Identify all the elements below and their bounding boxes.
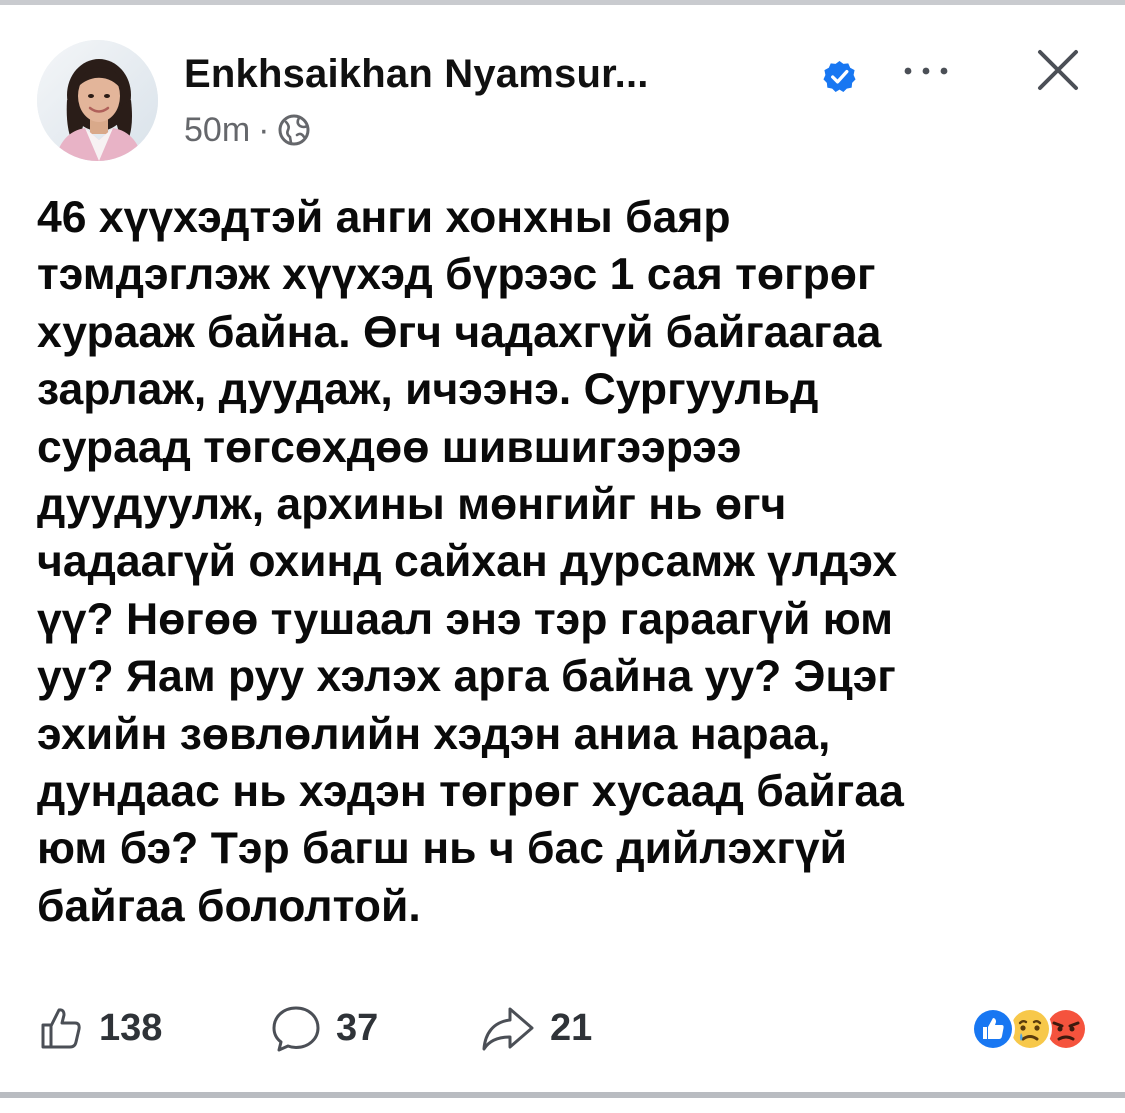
post-text-line: тэмдэглэж хүүхэд бүрээс 1 сая төгрөг [37,250,876,300]
post-time[interactable]: 50m [184,111,250,150]
post-text-line: юм бэ? Тэр багш нь ч бас дийлэхгүй [37,824,847,874]
like-reaction-icon [971,1007,1015,1051]
post-text-line: зарлаж, дуудаж, ичээнэ. Сургуульд [37,365,819,415]
close-icon[interactable] [1035,47,1081,93]
post-text-line: байгаа бололтой. [37,881,421,931]
comment-bubble-icon [272,1006,320,1052]
like-button[interactable]: 138 [37,1002,162,1054]
verified-badge-icon [823,60,856,93]
post-text-line: дуудуулж, архины мөнгийг нь өгч [37,480,787,530]
author-name[interactable]: Enkhsaikhan Nyamsur... [184,52,649,97]
meta-separator: · [258,110,270,149]
comment-button[interactable]: 37 [270,1002,378,1054]
comment-count: 37 [336,1006,379,1049]
post-text-line: 46 хүүхэдтэй анги хонхны баяр [37,193,731,242]
thumbs-up-icon [41,1008,81,1049]
reactions-summary[interactable] [968,1004,1092,1054]
bottom-divider [0,1092,1125,1098]
share-count: 21 [550,1006,593,1049]
top-divider [0,0,1125,5]
post-text-line: дундаас нь хэдэн төгрөг хусаад байгаа [37,767,904,817]
share-button[interactable]: 21 [480,1002,592,1054]
author-avatar[interactable] [37,40,158,161]
globe-icon [278,114,310,146]
like-count: 138 [99,1006,163,1049]
post-text-line: үү? Нөгөө тушаал энэ тэр гараагүй юм [37,594,894,644]
avatar-photo [37,40,158,161]
post-text: 46 хүүхэдтэй анги хонхны баяр тэмдэглэж … [37,189,1057,935]
post-text-line: сураад төгсөхдөө шившигээрээ [37,422,742,472]
post-text-line: хурааж байна. Өгч чадахгүй байгаагаа [37,307,882,357]
post-text-line: чадаагүй охинд сайхан дурсамж үлдэх [37,537,898,587]
post-meta: 50m · [184,110,311,150]
more-dots-icon[interactable] [897,54,955,88]
post-text-line: эхийн зөвлөлийн хэдэн аниа нараа, [37,709,831,759]
share-arrow-icon [482,1007,534,1051]
post-text-line: уу? Яам руу хэлэх арга байна уу? Эцэг [37,652,896,702]
